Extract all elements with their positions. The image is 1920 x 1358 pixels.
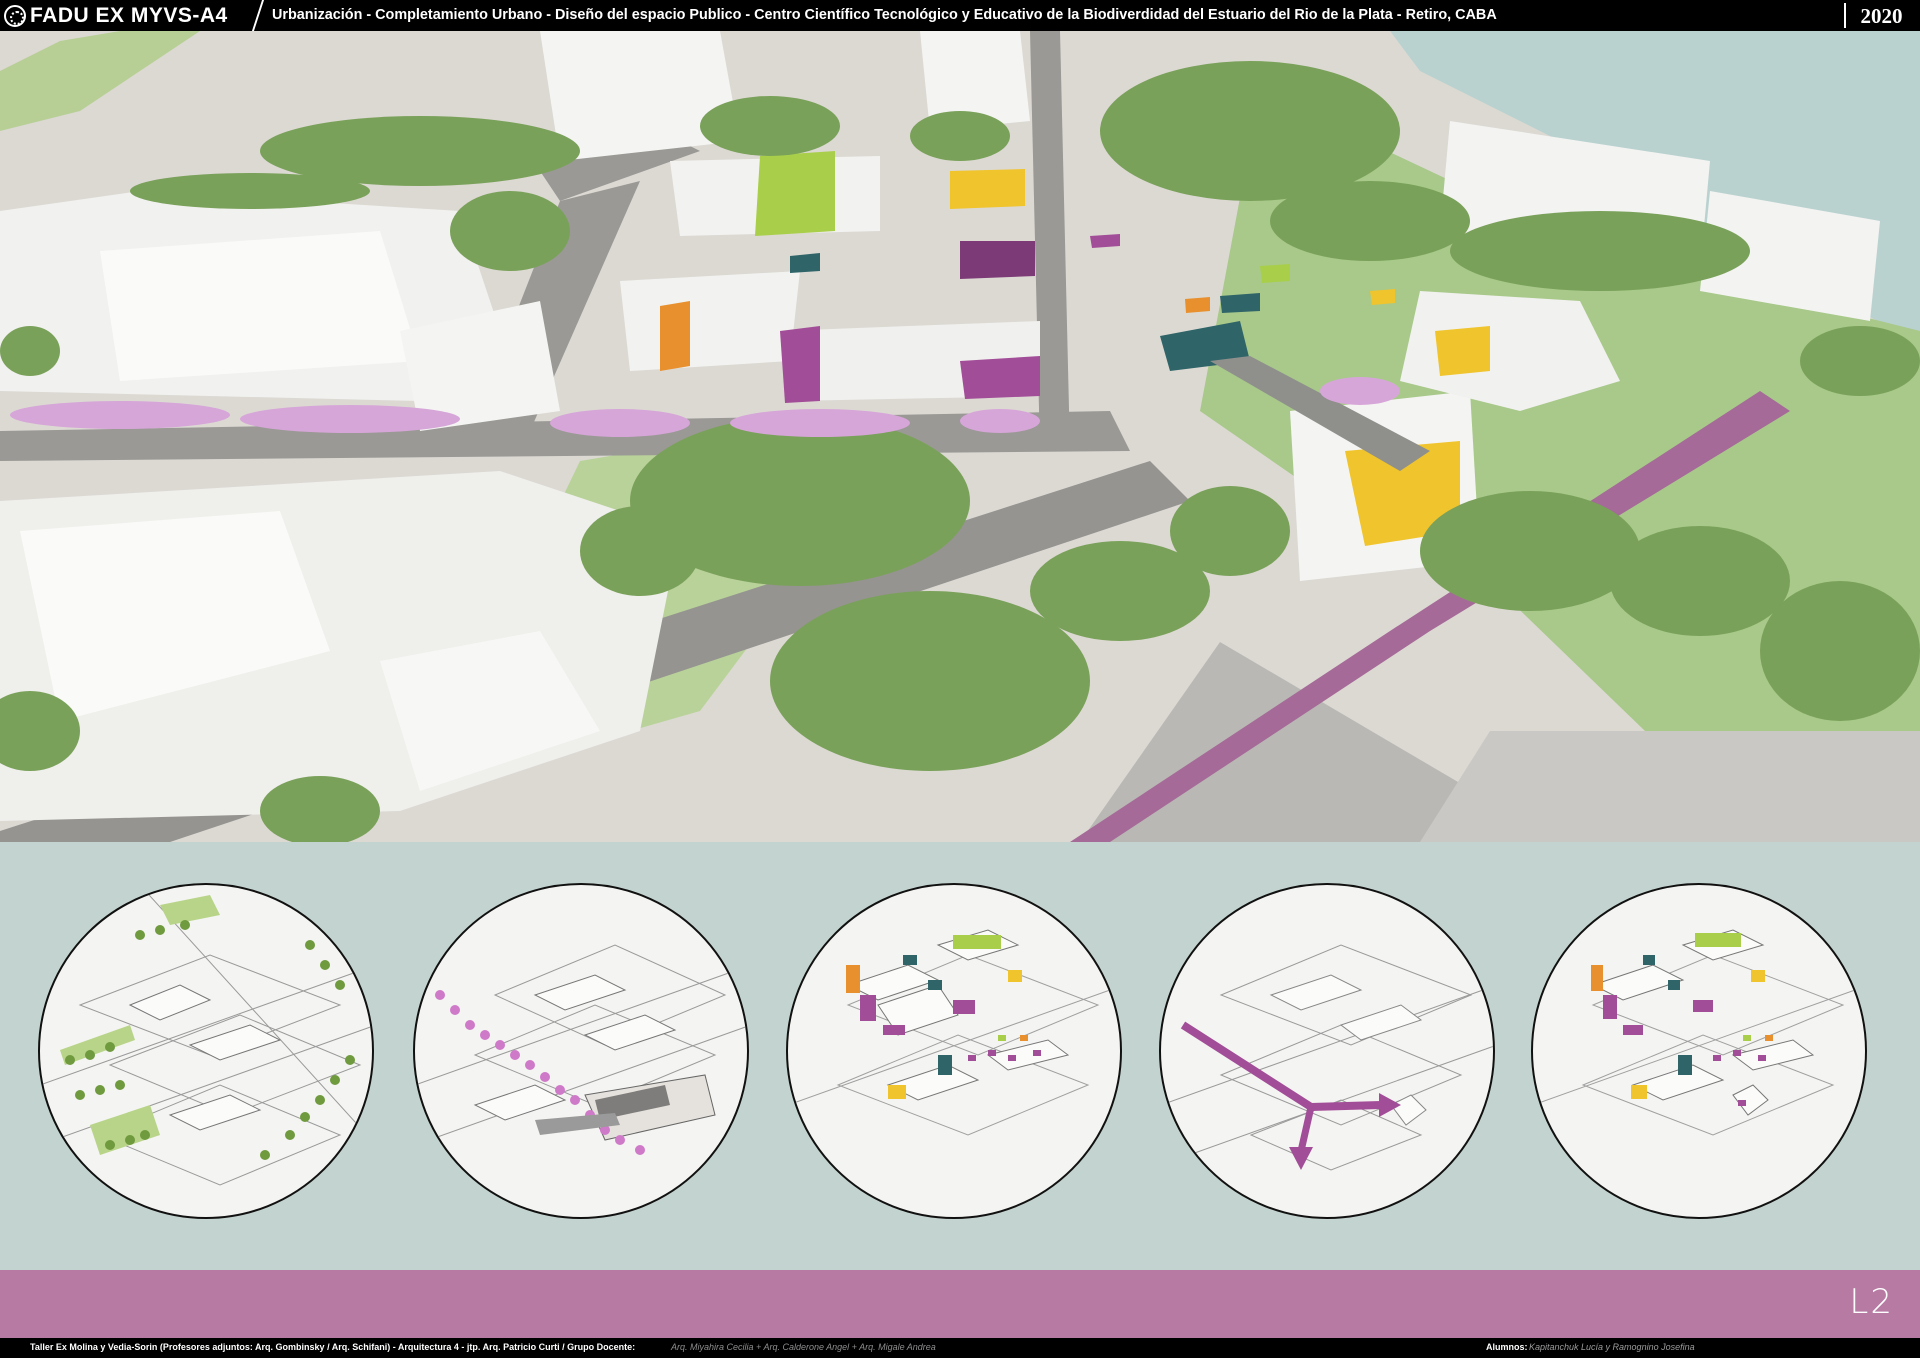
teaching-team: Arq. Miyahira Cecilia + Arq. Calderone A… bbox=[671, 1342, 936, 1352]
color-band: L2 bbox=[0, 1270, 1920, 1338]
aerial-render-image bbox=[0, 31, 1920, 842]
sheet-number: L2 bbox=[1849, 1282, 1894, 1322]
logo: FADU EX MYVS-A4 bbox=[4, 3, 228, 28]
pedestrian-route-arrow-diagram bbox=[1159, 883, 1495, 1219]
year: 2020 bbox=[1860, 4, 1903, 28]
colored-buildings-diagram bbox=[786, 883, 1122, 1219]
logo-text: FADU EX MYVS-A4 bbox=[30, 3, 228, 27]
logo-icon bbox=[4, 4, 26, 27]
footer: Taller Ex Molina y Vedia-Sorin (Profesor… bbox=[0, 1338, 1920, 1358]
year-box: 2020 bbox=[1844, 3, 1917, 28]
tree-lined-avenue-plaza-diagram bbox=[413, 883, 749, 1219]
sheet-subtitle: Urbanización - Completamiento Urbano - D… bbox=[272, 7, 1497, 23]
title-bar: FADU EX MYVS-A4 Urbanización - Completam… bbox=[0, 0, 1920, 31]
students: Kapitanchuk Lucía y Ramognino Josefina bbox=[1529, 1342, 1695, 1352]
green-spaces-diagram bbox=[38, 883, 374, 1219]
students-label: Alumnos: bbox=[1486, 1342, 1528, 1352]
combined-proposal-diagram bbox=[1531, 883, 1867, 1219]
credits: Taller Ex Molina y Vedia-Sorin (Profesor… bbox=[30, 1342, 636, 1352]
divider bbox=[251, 0, 265, 31]
diagram-strip bbox=[0, 842, 1920, 1270]
